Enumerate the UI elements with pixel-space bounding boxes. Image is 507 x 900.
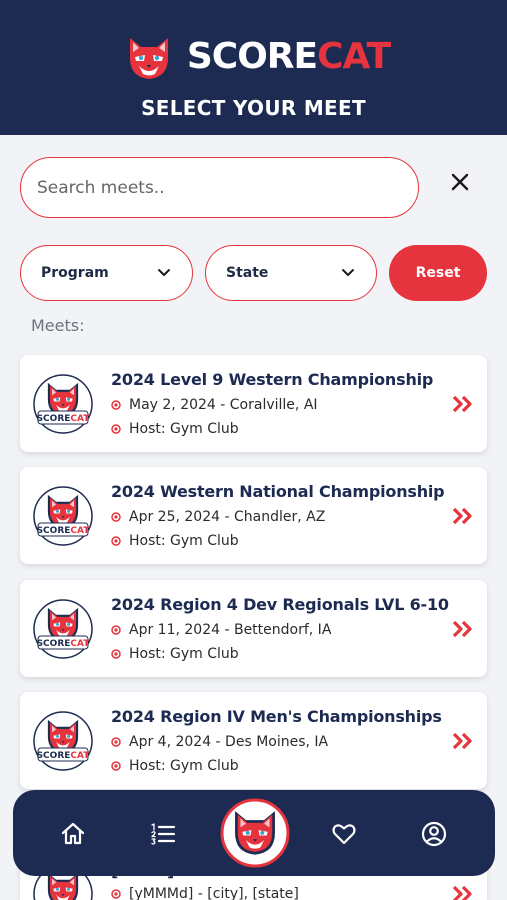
meet-card[interactable]: 2024 Region 4 Dev Regionals LVL 6-10 Apr…: [20, 580, 487, 677]
scorecat-badge-icon: [32, 710, 94, 772]
meet-card[interactable]: 2024 Level 9 Western Championship May 2,…: [20, 355, 487, 452]
meet-date-location-text: Apr 4, 2024 - Des Moines, IA: [129, 734, 329, 750]
double-chevron-right-icon[interactable]: [452, 395, 474, 413]
meet-host-text: Host: Gym Club: [129, 758, 239, 774]
chevron-down-icon: [158, 269, 170, 276]
scorecat-badge-icon: [32, 373, 94, 435]
bottom-nav-bar: [13, 790, 495, 876]
scorecat-badge-icon: [32, 485, 94, 547]
double-chevron-right-icon[interactable]: [452, 732, 474, 750]
meet-host: Host: Gym Club: [111, 533, 239, 549]
meet-date-location-text: Apr 25, 2024 - Chandler, AZ: [129, 509, 326, 525]
meet-card[interactable]: 2024 Western National Championship Apr 2…: [20, 467, 487, 564]
close-icon[interactable]: [446, 168, 474, 196]
meet-date-location: May 2, 2024 - Coralville, AI: [111, 397, 318, 413]
scorecat-logo-button[interactable]: [220, 798, 290, 868]
brand-wordmark: SCORECAT: [186, 35, 391, 77]
state-dropdown-label: State: [226, 265, 269, 281]
meet-date-location: Apr 11, 2024 - Bettendorf, IA: [111, 622, 331, 638]
account-icon[interactable]: [420, 820, 448, 848]
host-pin-icon: [111, 424, 121, 434]
home-icon[interactable]: [59, 820, 87, 848]
brand-wordmark-right: CAT: [317, 35, 391, 77]
meet-date-location: Apr 25, 2024 - Chandler, AZ: [111, 509, 325, 525]
cat-mascot-icon: [117, 24, 181, 88]
host-pin-icon: [111, 761, 121, 771]
meet-date-location-text: [yMMMd] - [city], [state]: [129, 886, 299, 900]
meet-host: Host: Gym Club: [111, 758, 239, 774]
state-dropdown[interactable]: State: [205, 245, 377, 301]
meet-host-text: Host: Gym Club: [129, 646, 239, 662]
app-header: SCORECAT SELECT YOUR MEET: [0, 0, 507, 135]
meet-title: 2024 Western National Championship: [111, 482, 445, 501]
host-pin-icon: [111, 536, 121, 546]
location-pin-icon: [111, 400, 121, 410]
location-pin-icon: [111, 737, 121, 747]
meet-host: Host: Gym Club: [111, 646, 239, 662]
meet-title: 2024 Region 4 Dev Regionals LVL 6-10: [111, 595, 449, 614]
double-chevron-right-icon[interactable]: [452, 620, 474, 638]
location-pin-icon: [111, 512, 121, 522]
meet-card[interactable]: 2024 Region IV Men's Championships Apr 4…: [20, 692, 487, 789]
meet-title: 2024 Region IV Men's Championships: [111, 707, 442, 726]
reset-button[interactable]: Reset: [389, 245, 487, 301]
brand-logo: SCORECAT: [0, 24, 507, 88]
program-dropdown[interactable]: Program: [20, 245, 193, 301]
chevron-down-icon: [342, 269, 354, 276]
meet-date-location-text: Apr 11, 2024 - Bettendorf, IA: [129, 622, 332, 638]
meet-date-location: Apr 4, 2024 - Des Moines, IA: [111, 734, 328, 750]
program-dropdown-label: Program: [41, 265, 109, 281]
meet-date-location-text: May 2, 2024 - Coralville, AI: [129, 397, 318, 413]
meet-host-text: Host: Gym Club: [129, 533, 239, 549]
location-pin-icon: [111, 889, 121, 899]
scorecat-badge-icon: [32, 598, 94, 660]
search-input[interactable]: [20, 157, 419, 218]
list-icon[interactable]: [149, 820, 177, 848]
host-pin-icon: [111, 649, 121, 659]
heart-icon[interactable]: [330, 820, 358, 848]
brand-wordmark-left: SCORE: [186, 35, 318, 77]
double-chevron-right-icon[interactable]: [452, 885, 474, 900]
meets-section-label: Meets:: [31, 316, 85, 335]
meet-host-text: Host: Gym Club: [129, 421, 239, 437]
meet-host: Host: Gym Club: [111, 421, 239, 437]
location-pin-icon: [111, 625, 121, 635]
double-chevron-right-icon[interactable]: [452, 507, 474, 525]
meet-title: 2024 Level 9 Western Championship: [111, 370, 434, 389]
page-title: SELECT YOUR MEET: [141, 96, 366, 120]
meet-date-location: [yMMMd] - [city], [state]: [111, 886, 299, 900]
